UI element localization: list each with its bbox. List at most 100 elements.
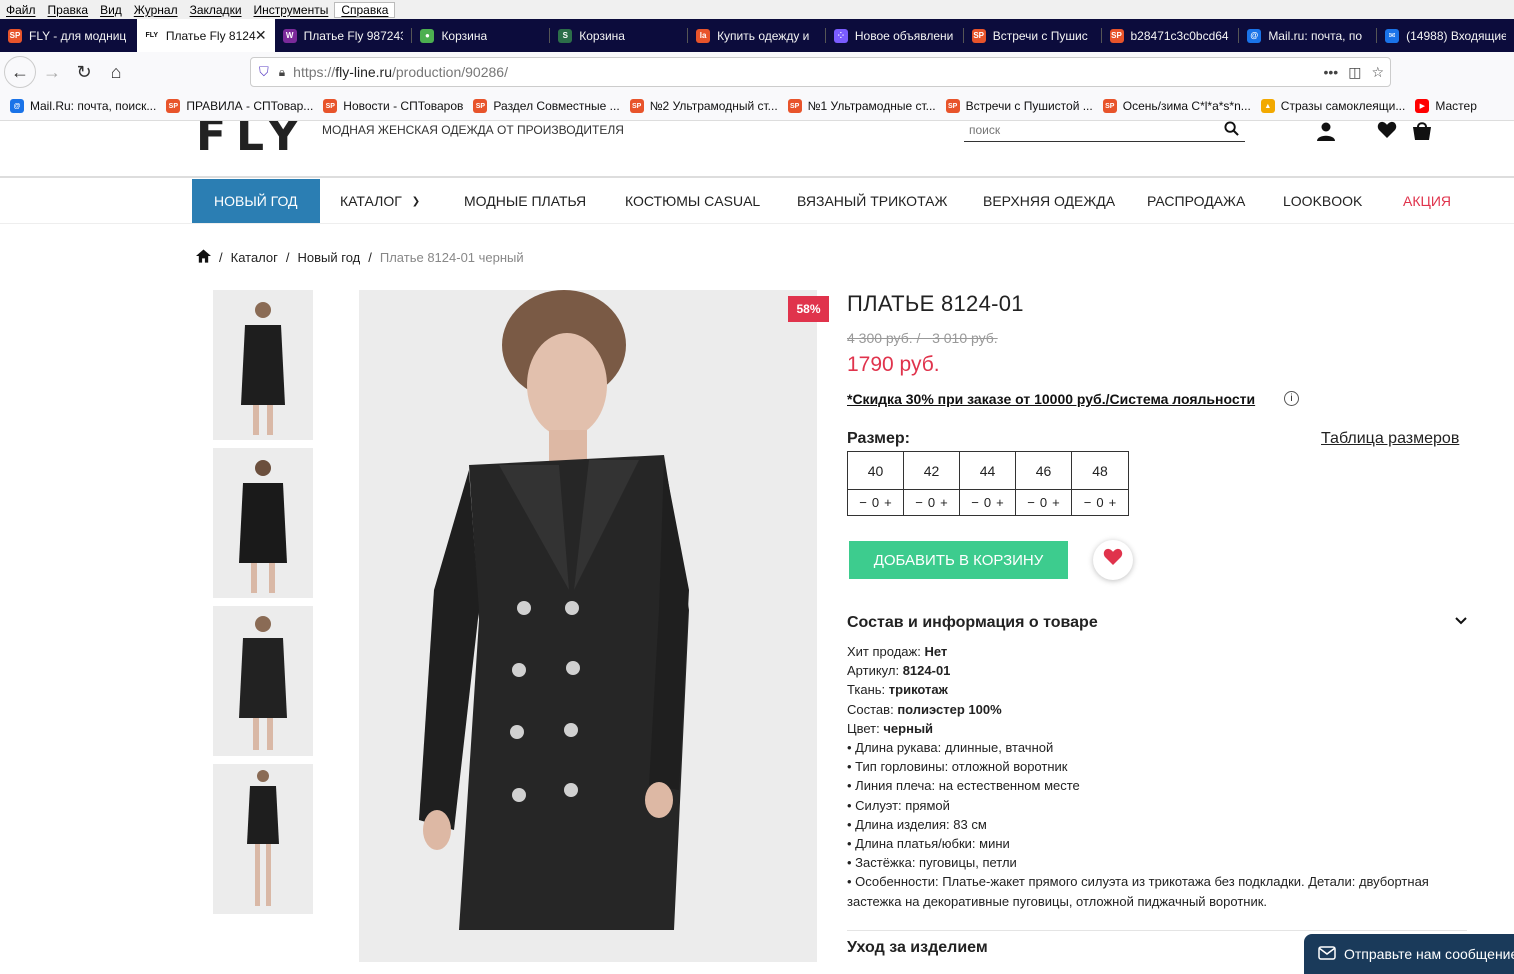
quantity-value[interactable]: 0 — [1096, 495, 1103, 510]
bookmark-item[interactable]: SP Встречи с Пушистой ... — [945, 99, 1093, 113]
bookmark-item[interactable]: @ Mail.Ru: почта, поиск... — [10, 99, 156, 113]
increment-button[interactable]: + — [884, 495, 892, 510]
size-chart-link[interactable]: Таблица размеров — [1321, 430, 1459, 448]
section-divider — [847, 930, 1467, 931]
user-icon[interactable] — [1316, 121, 1336, 147]
menu-file[interactable]: Файл — [0, 3, 42, 17]
bookmark-item[interactable]: ▶ Мастер — [1415, 99, 1477, 113]
increment-button[interactable]: + — [996, 495, 1004, 510]
quantity-value[interactable]: 0 — [1040, 495, 1047, 510]
nav-sale[interactable]: РАСПРОДАЖА — [1147, 179, 1245, 223]
bookmark-item[interactable]: SP №1 Ультрамодные ст... — [787, 99, 936, 113]
product-thumbnail[interactable] — [213, 764, 313, 914]
increment-button[interactable]: + — [1109, 495, 1117, 510]
quantity-value[interactable]: 0 — [984, 495, 991, 510]
size-value[interactable]: 42 — [904, 452, 959, 490]
size-value[interactable]: 48 — [1072, 452, 1128, 490]
browser-tab[interactable]: SP b28471c3c0bcd64 — [1102, 19, 1239, 52]
bookmark-item[interactable]: SP Новости - СПТоваров — [323, 99, 463, 113]
product-main-photo[interactable] — [359, 290, 817, 962]
decrement-button[interactable]: − — [915, 495, 923, 510]
browser-tab[interactable]: ✉ (14988) Входящие — [1377, 19, 1514, 52]
browser-tab[interactable]: W Платье Fly 987243 — [275, 19, 412, 52]
reload-button[interactable]: ↻ — [68, 56, 100, 88]
back-button[interactable]: ← — [4, 56, 36, 88]
care-section-title[interactable]: Уход за изделием — [847, 939, 988, 957]
decrement-button[interactable]: − — [1084, 495, 1092, 510]
menu-edit[interactable]: Правка — [42, 3, 95, 17]
discount-badge: 58% — [788, 296, 829, 322]
decrement-button[interactable]: − — [971, 495, 979, 510]
quantity-value[interactable]: 0 — [872, 495, 879, 510]
info-icon[interactable]: i — [1284, 391, 1299, 406]
loyalty-discount-link[interactable]: *Скидка 30% при заказе от 10000 руб./Сис… — [847, 391, 1255, 407]
browser-tab[interactable]: ● Корзина — [412, 19, 549, 52]
old-price: 4 300 руб. / 3 010 руб. — [847, 330, 998, 346]
pocket-icon[interactable]: ◫ — [1348, 64, 1361, 81]
search-icon[interactable] — [1224, 121, 1239, 140]
menu-history[interactable]: Журнал — [128, 3, 184, 17]
nav-new-year[interactable]: НОВЫЙ ГОД — [192, 179, 320, 223]
size-value[interactable]: 46 — [1016, 452, 1071, 490]
product-thumbnail[interactable] — [213, 290, 313, 440]
menu-help[interactable]: Справка — [334, 1, 396, 18]
browser-tab[interactable]: la Купить одежду и — [688, 19, 825, 52]
search-input[interactable] — [964, 123, 1204, 137]
browser-tab[interactable]: SP Встречи с Пушис — [964, 19, 1101, 52]
bookmark-star-icon[interactable]: ☆ — [1371, 64, 1384, 81]
detail-bullet: • Застёжка: пуговицы, петли — [847, 855, 1017, 871]
nav-catalog[interactable]: КАТАЛОГ ❯ — [340, 179, 420, 223]
quantity-value[interactable]: 0 — [928, 495, 935, 510]
size-value[interactable]: 44 — [960, 452, 1015, 490]
nav-lookbook[interactable]: LOOKBOOK — [1283, 179, 1362, 223]
bookmark-item[interactable]: ▲ Стразы самоклеящи... — [1260, 99, 1405, 113]
current-price: 1790 руб. — [847, 353, 940, 376]
wishlist-heart-icon[interactable] — [1377, 121, 1397, 145]
more-actions-icon[interactable]: ••• — [1323, 64, 1338, 81]
menu-tools[interactable]: Инструменты — [248, 3, 335, 17]
browser-tab[interactable]: ⁘ Новое объявлени — [826, 19, 963, 52]
breadcrumb-current: Платье 8124-01 черный — [379, 250, 524, 265]
add-to-cart-button[interactable]: ДОБАВИТЬ В КОРЗИНУ — [849, 541, 1068, 579]
close-tab-icon[interactable]: ✕ — [255, 27, 267, 44]
increment-button[interactable]: + — [1052, 495, 1060, 510]
menu-view[interactable]: Вид — [94, 3, 128, 17]
bird-icon: ● — [420, 28, 435, 43]
decrement-button[interactable]: − — [859, 495, 867, 510]
at-icon: @ — [10, 99, 24, 113]
cart-icon[interactable] — [1411, 121, 1433, 147]
bookmark-item[interactable]: SP ПРАВИЛА - СПТовар... — [166, 99, 313, 113]
size-option: 42 −0 + — [904, 452, 960, 515]
bookmark-item[interactable]: SP Раздел Совместные ... — [473, 99, 620, 113]
nav-promo[interactable]: АКЦИЯ — [1403, 179, 1451, 223]
quantity-stepper: −0 + — [960, 490, 1015, 515]
product-thumbnail[interactable] — [213, 448, 313, 598]
composition-section-title[interactable]: Состав и информация о товаре — [847, 614, 1098, 632]
size-option: 46 −0 + — [1016, 452, 1072, 515]
home-icon[interactable] — [196, 249, 211, 266]
browser-tab[interactable]: @ Mail.ru: почта, по — [1239, 19, 1376, 52]
product-thumbnail[interactable] — [213, 606, 313, 756]
bookmark-item[interactable]: SP Осень/зима С*l*а*s*n... — [1102, 99, 1251, 113]
url-bar[interactable]: ⛉ 🔒︎ https://fly-line.ru/production/9028… — [250, 57, 1391, 87]
browser-tab[interactable]: S Корзина — [550, 19, 687, 52]
decrement-button[interactable]: − — [1027, 495, 1035, 510]
site-logo[interactable]: FLY — [196, 121, 309, 159]
nav-outerwear[interactable]: ВЕРХНЯЯ ОДЕЖДА — [983, 179, 1115, 223]
nav-knitwear[interactable]: ВЯЗАНЫЙ ТРИКОТАЖ — [797, 179, 947, 223]
chevron-down-icon[interactable] — [1455, 614, 1467, 628]
increment-button[interactable]: + — [940, 495, 948, 510]
browser-tab[interactable]: SP FLY - для модниц — [0, 19, 137, 52]
breadcrumb-new-year[interactable]: Новый год — [298, 250, 361, 265]
nav-casual-suits[interactable]: КОСТЮМЫ CASUAL — [625, 179, 760, 223]
chat-widget-button[interactable]: Отправьте нам сообщение — [1304, 934, 1514, 974]
menu-bookmarks[interactable]: Закладки — [184, 3, 248, 17]
forward-button[interactable]: → — [36, 56, 68, 88]
home-button[interactable]: ⌂ — [100, 56, 132, 88]
nav-dresses[interactable]: МОДНЫЕ ПЛАТЬЯ — [464, 179, 586, 223]
breadcrumb-catalog[interactable]: Каталог — [231, 250, 278, 265]
browser-tab-active[interactable]: FLYПлатье Fly 8124-0✕ — [136, 19, 275, 52]
size-value[interactable]: 40 — [848, 452, 903, 490]
add-to-wishlist-button[interactable] — [1093, 540, 1133, 580]
bookmark-item[interactable]: SP №2 Ультрамодный ст... — [629, 99, 778, 113]
